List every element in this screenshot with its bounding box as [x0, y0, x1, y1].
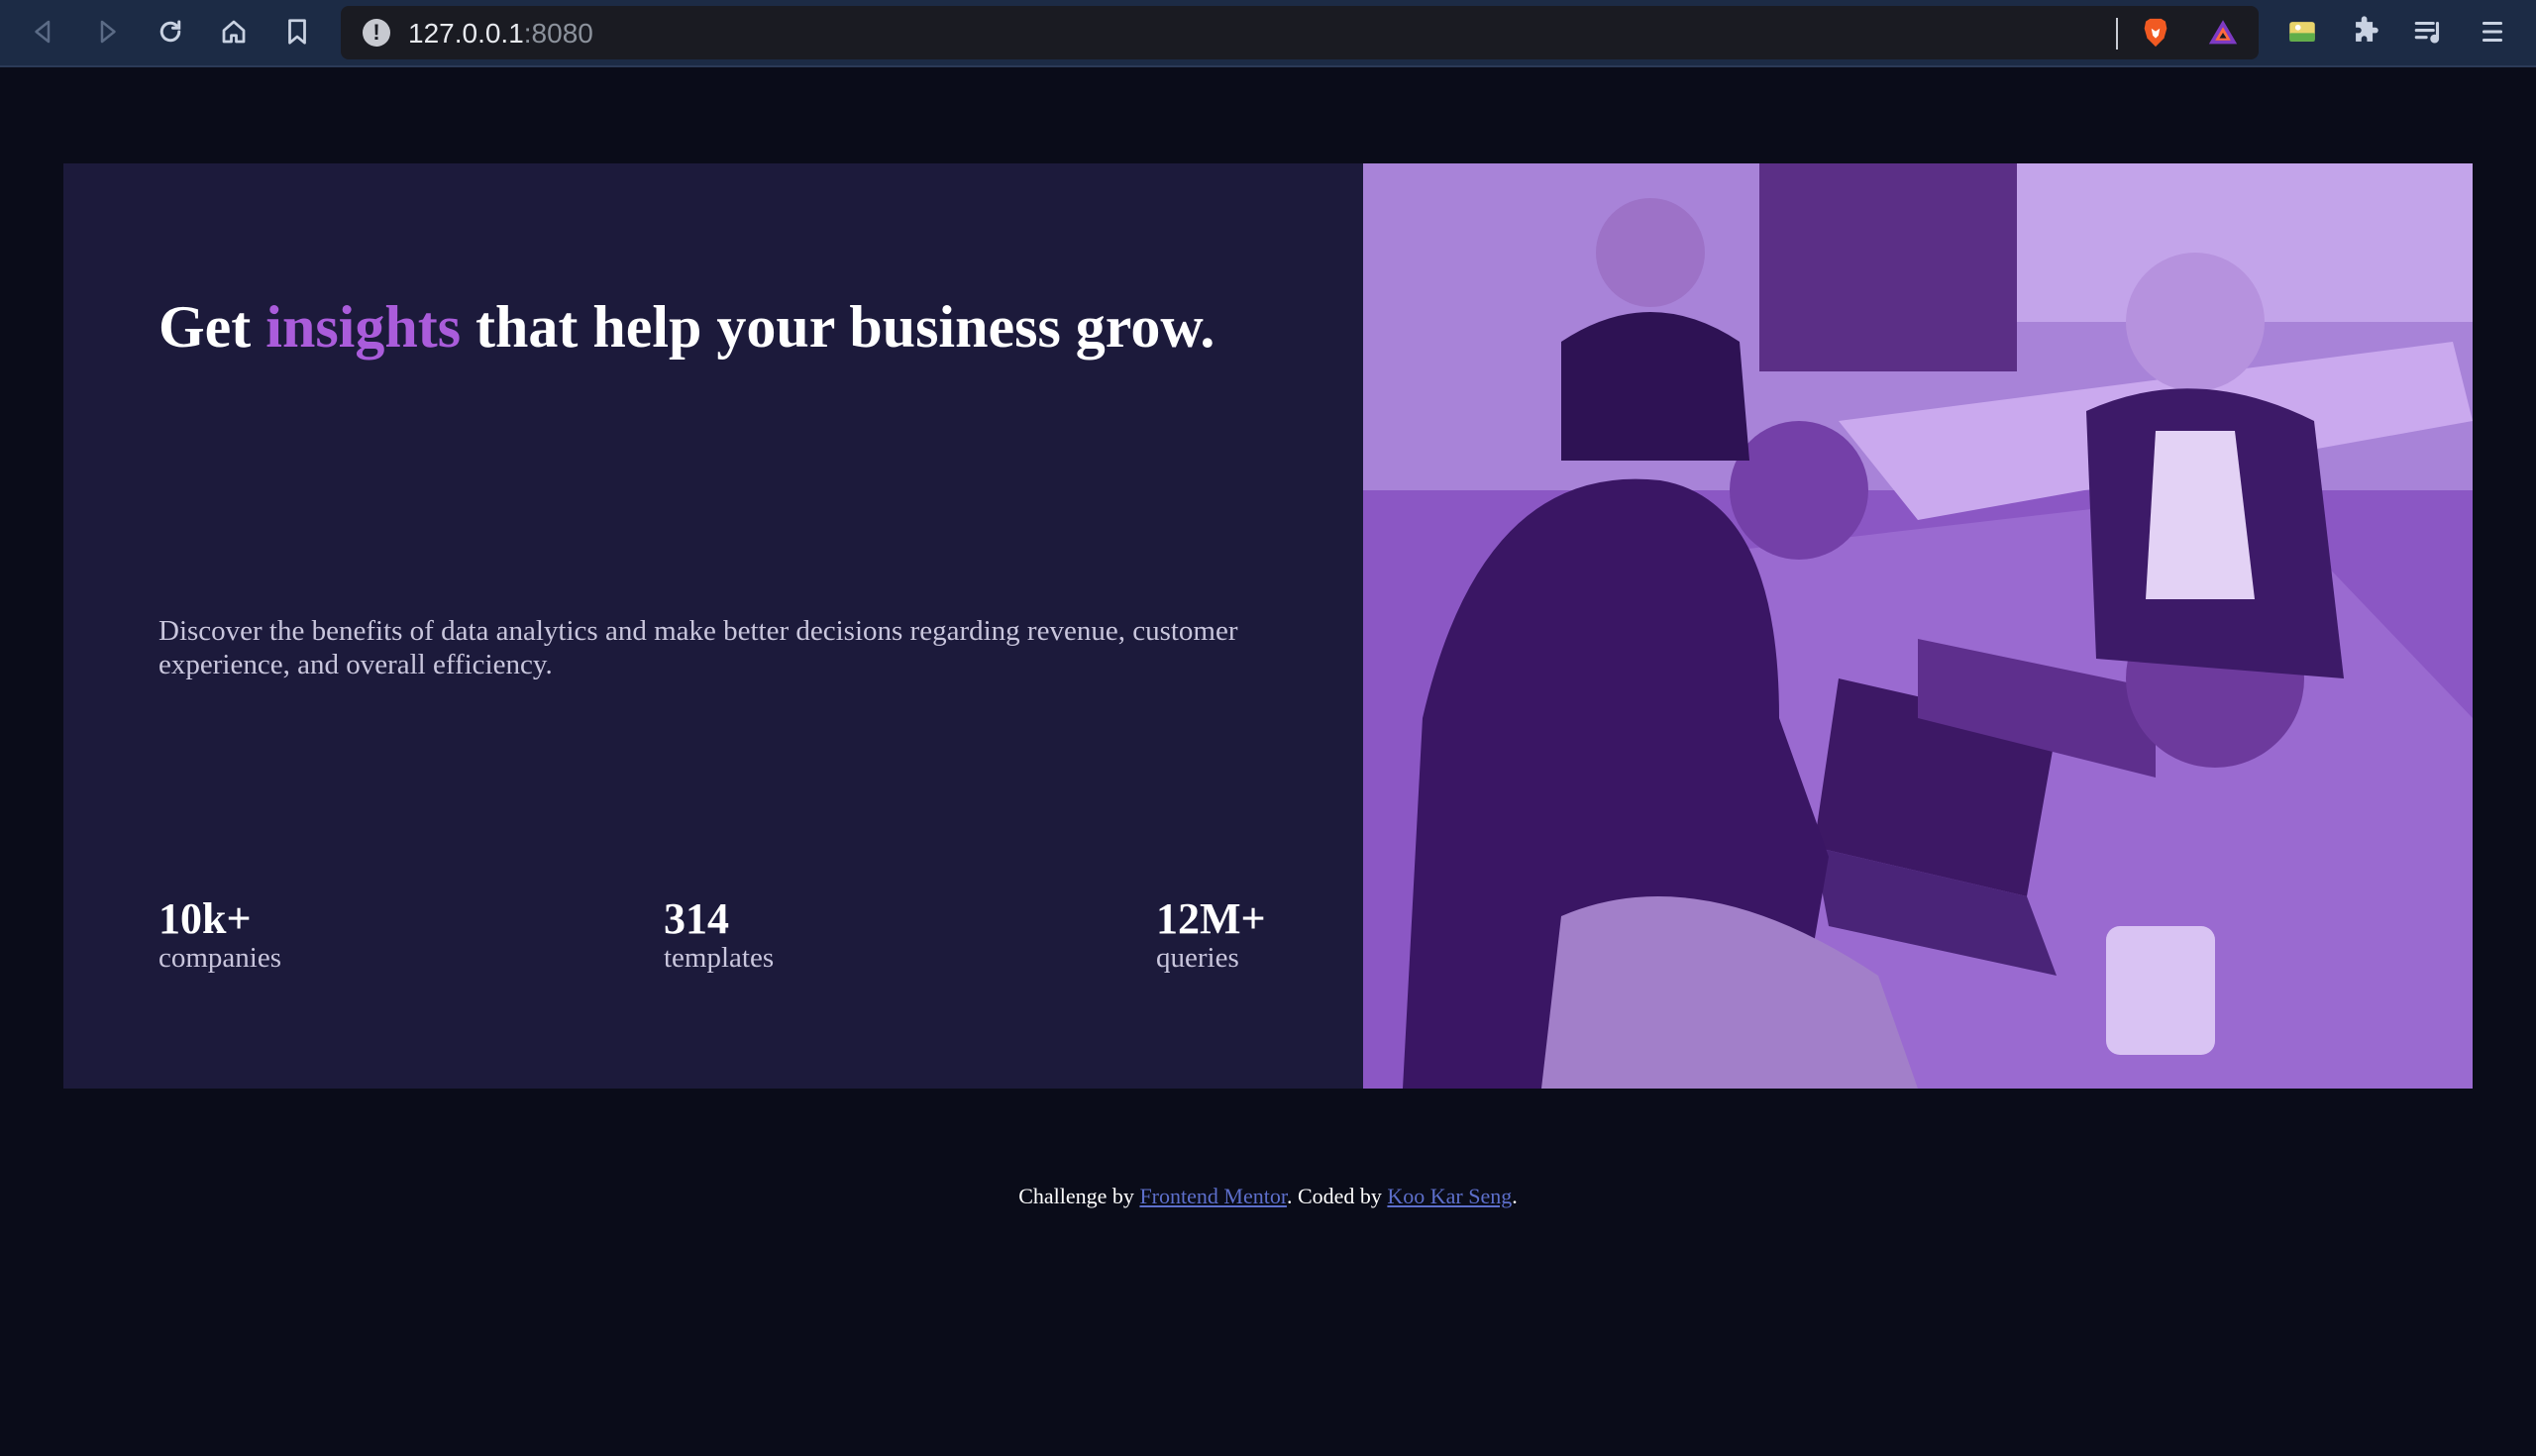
- stat-label: templates: [664, 942, 775, 974]
- stat-queries: 12M+ queries: [1156, 894, 1266, 975]
- text-cursor: [2116, 18, 2118, 50]
- extensions-button[interactable]: [2346, 12, 2385, 52]
- stat-label: companies: [158, 942, 282, 974]
- stats-preview-card: Get insights that help your business gro…: [63, 163, 2473, 1089]
- stat-label: queries: [1156, 942, 1239, 974]
- reload-button[interactable]: [151, 12, 190, 52]
- hero-headline: Get insights that help your business gro…: [158, 294, 1215, 360]
- address-bar[interactable]: ! 127.0.0.1:8080: [341, 6, 2259, 59]
- media-playlist-button[interactable]: [2409, 12, 2449, 52]
- rewards-triangle-icon: [2208, 20, 2238, 45]
- brave-shields-button[interactable]: [2136, 13, 2175, 52]
- stat-value: 314: [664, 894, 729, 943]
- forward-button[interactable]: [87, 12, 127, 52]
- bookmark-icon: [288, 19, 306, 45]
- brave-lion-icon: [2144, 18, 2167, 48]
- site-info-icon[interactable]: !: [363, 19, 390, 47]
- hamburger-menu-icon: [2482, 21, 2503, 43]
- headline-accent-word: insights: [265, 294, 462, 360]
- extension-image-button[interactable]: [2282, 12, 2322, 52]
- stat-templates: 314 templates: [664, 894, 775, 975]
- hero-description: Discover the benefits of data analytics …: [158, 615, 1238, 680]
- office-photo-illustration: [1363, 163, 2473, 1089]
- brave-rewards-button[interactable]: [2203, 13, 2243, 52]
- bookmark-button[interactable]: [277, 12, 317, 52]
- hero-image: [1363, 163, 2473, 1089]
- back-icon: [35, 20, 51, 44]
- stat-companies: 10k+ companies: [158, 894, 282, 975]
- image-extension-icon: [2289, 22, 2315, 42]
- url-text: 127.0.0.1:8080: [408, 18, 593, 49]
- puzzle-icon: [2356, 16, 2378, 42]
- forward-icon: [100, 20, 116, 44]
- home-button[interactable]: [214, 12, 254, 52]
- reload-icon: [159, 20, 181, 43]
- stat-value: 12M+: [1156, 894, 1266, 943]
- back-button[interactable]: [24, 12, 63, 52]
- page-viewport: Get insights that help your business gro…: [0, 67, 2536, 1456]
- frontend-mentor-link[interactable]: Frontend Mentor: [1139, 1184, 1287, 1208]
- stat-value: 10k+: [158, 894, 252, 943]
- playlist-icon: [2414, 21, 2440, 44]
- home-icon: [222, 20, 246, 44]
- attribution-footer: Challenge by Frontend Mentor. Coded by K…: [1018, 1184, 1518, 1208]
- author-link[interactable]: Koo Kar Seng: [1387, 1184, 1512, 1208]
- menu-button[interactable]: [2473, 12, 2512, 52]
- browser-toolbar: ! 127.0.0.1:8080: [0, 0, 2536, 67]
